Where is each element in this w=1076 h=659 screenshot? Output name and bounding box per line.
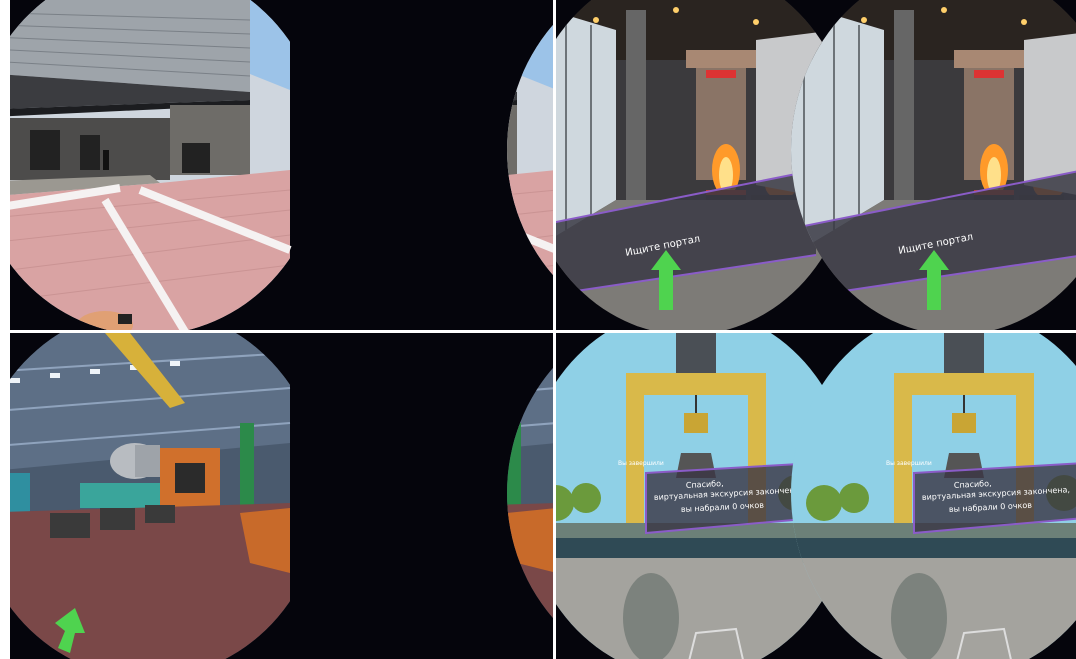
- hud-label-left: Вы завершили: [618, 460, 664, 467]
- hud-label-right: Вы завершили: [886, 460, 932, 467]
- vr-screenshot-grid: Ищите портал Ищите портал Вы завершили С…: [0, 0, 1076, 659]
- panel-steel-mill: Ищите портал Ищите портал: [556, 0, 1076, 330]
- panel-building-exterior: [10, 0, 553, 330]
- panel-factory-hall: [10, 333, 553, 659]
- panel-gantry-crane: Вы завершили Спасибо, виртуальная экскур…: [556, 333, 1076, 659]
